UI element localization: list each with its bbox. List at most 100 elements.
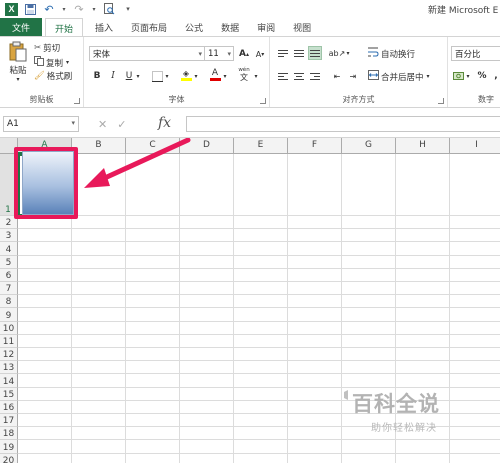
cancel-icon[interactable]: ✕: [98, 118, 107, 131]
row-header-9[interactable]: 9: [0, 308, 18, 322]
decrease-indent-button[interactable]: ⇤: [330, 69, 344, 83]
percent-style-button[interactable]: %: [475, 69, 489, 83]
print-preview-icon[interactable]: [102, 3, 116, 15]
insert-function-button[interactable]: fx: [158, 115, 171, 131]
tab-view[interactable]: 视图: [284, 18, 320, 37]
row-header-4[interactable]: 4: [0, 242, 18, 256]
font-dialog-launcher-icon[interactable]: [260, 98, 266, 104]
align-center-button[interactable]: [292, 69, 306, 83]
tab-home[interactable]: 开始: [45, 18, 84, 37]
column-header-g[interactable]: G: [342, 138, 396, 154]
fill-color-button[interactable]: ◈: [179, 68, 193, 82]
decrease-font-size-button[interactable]: A ▾: [253, 47, 267, 61]
format-painter-button[interactable]: 🖌 格式刷: [34, 70, 72, 82]
paste-button[interactable]: 粘贴 ▾: [6, 41, 30, 83]
row-header-10[interactable]: 10: [0, 321, 18, 335]
alignment-group: ab↗ ▾ 自动换行 ⇤ ⇥ 合并后居中 ▾ 对齐方式: [270, 37, 448, 107]
row-header-16[interactable]: 16: [0, 400, 18, 414]
undo-icon[interactable]: ↶: [42, 3, 56, 16]
title-bar: X ↶ ▾ ↷ ▾ ▾ 新建 Microsoft E: [0, 0, 500, 18]
phonetic-guide-button[interactable]: wén 文: [237, 67, 251, 82]
accounting-dropdown-icon[interactable]: ▾: [464, 69, 472, 83]
copy-dropdown-icon[interactable]: ▾: [66, 59, 69, 66]
baike-watermark: 百科全说 助你轻松解决: [344, 388, 472, 434]
orientation-dropdown-icon[interactable]: ▾: [344, 46, 352, 60]
tab-review[interactable]: 审阅: [248, 18, 284, 37]
formula-input[interactable]: [186, 116, 500, 132]
merge-dropdown-icon[interactable]: ▾: [427, 73, 430, 80]
underline-dropdown-icon[interactable]: ▾: [134, 69, 142, 83]
copy-button[interactable]: 复制 ▾: [34, 56, 69, 69]
align-middle-button[interactable]: [292, 46, 306, 60]
wrap-text-button[interactable]: 自动换行: [368, 47, 415, 60]
alignment-dialog-launcher-icon[interactable]: [438, 98, 444, 104]
enter-icon[interactable]: ✓: [117, 118, 126, 131]
merge-center-button[interactable]: 合并后居中 ▾: [368, 70, 430, 83]
comma-style-button[interactable]: ,: [489, 69, 500, 83]
font-name-select[interactable]: 宋体 ▾: [89, 46, 205, 61]
paste-dropdown-icon[interactable]: ▾: [16, 76, 19, 83]
tab-insert[interactable]: 插入: [86, 18, 122, 37]
column-header-h[interactable]: H: [396, 138, 450, 154]
align-left-button[interactable]: [276, 69, 290, 83]
borders-dropdown-icon[interactable]: ▾: [163, 69, 171, 83]
copy-label: 复制: [46, 58, 64, 69]
row-header-5[interactable]: 5: [0, 255, 18, 269]
row-gridline: [18, 254, 500, 256]
clipboard-dialog-launcher-icon[interactable]: [74, 98, 80, 104]
font-color-button[interactable]: A: [208, 68, 222, 82]
orientation-button[interactable]: ab↗: [329, 46, 346, 60]
row-header-17[interactable]: 17: [0, 414, 18, 428]
row-header-14[interactable]: 14: [0, 374, 18, 388]
font-name-value: 宋体: [93, 49, 111, 60]
row-header-7[interactable]: 7: [0, 282, 18, 296]
row-gridline: [18, 267, 500, 269]
italic-button[interactable]: I: [106, 69, 120, 83]
column-header-i[interactable]: I: [450, 138, 500, 154]
cut-button[interactable]: ✂ 剪切: [34, 42, 60, 54]
align-right-icon: [310, 72, 320, 80]
align-top-button[interactable]: [276, 46, 290, 60]
font-size-value: 11: [208, 48, 219, 59]
phonetic-dropdown-icon[interactable]: ▾: [252, 69, 260, 83]
fill-color-dropdown-icon[interactable]: ▾: [192, 69, 200, 83]
row-header-6[interactable]: 6: [0, 268, 18, 282]
font-size-select[interactable]: 11 ▾: [204, 46, 234, 61]
row-header-3[interactable]: 3: [0, 229, 18, 243]
format-painter-label: 格式刷: [46, 72, 73, 82]
increase-font-size-button[interactable]: A ▴: [237, 47, 251, 61]
customize-quick-access-icon[interactable]: ▾: [121, 3, 135, 15]
row-header-19[interactable]: 19: [0, 440, 18, 454]
row-gridline: [18, 228, 500, 230]
row-header-18[interactable]: 18: [0, 427, 18, 441]
row-header-20[interactable]: 20: [0, 453, 18, 463]
tab-formulas[interactable]: 公式: [176, 18, 212, 37]
row-header-13[interactable]: 13: [0, 361, 18, 375]
clipboard-group-label: 剪贴板: [29, 95, 54, 104]
name-box[interactable]: A1 ▾: [3, 116, 79, 132]
row-header-12[interactable]: 12: [0, 348, 18, 362]
font-color-dropdown-icon[interactable]: ▾: [221, 69, 229, 83]
column-header-f[interactable]: F: [288, 138, 342, 154]
bold-button[interactable]: B: [90, 69, 104, 83]
row-header-15[interactable]: 15: [0, 387, 18, 401]
number-format-select[interactable]: 百分比: [451, 46, 500, 61]
row-header-11[interactable]: 11: [0, 334, 18, 348]
align-right-button[interactable]: [308, 69, 322, 83]
accounting-format-button[interactable]: [451, 69, 465, 83]
redo-dropdown-icon[interactable]: ▾: [91, 3, 97, 15]
increase-indent-button[interactable]: ⇥: [346, 69, 360, 83]
column-gridline: [287, 154, 288, 463]
save-icon[interactable]: [23, 3, 37, 15]
column-header-e[interactable]: E: [234, 138, 288, 154]
formula-bar: A1 ▾ ✕ ✓ fx: [0, 108, 500, 138]
tab-file[interactable]: 文件: [0, 18, 42, 37]
align-bottom-button[interactable]: [308, 46, 322, 60]
row-header-8[interactable]: 8: [0, 295, 18, 309]
font-group: 宋体 ▾ 11 ▾ A ▴ A ▾ B I U ▾ ▾ ◈ ▾ A ▾ wén 文 …: [84, 37, 270, 107]
tab-page-layout[interactable]: 页面布局: [122, 18, 176, 37]
borders-button[interactable]: [150, 69, 164, 83]
redo-icon[interactable]: ↷: [72, 3, 86, 16]
tab-data[interactable]: 数据: [212, 18, 248, 37]
undo-dropdown-icon[interactable]: ▾: [61, 3, 67, 15]
